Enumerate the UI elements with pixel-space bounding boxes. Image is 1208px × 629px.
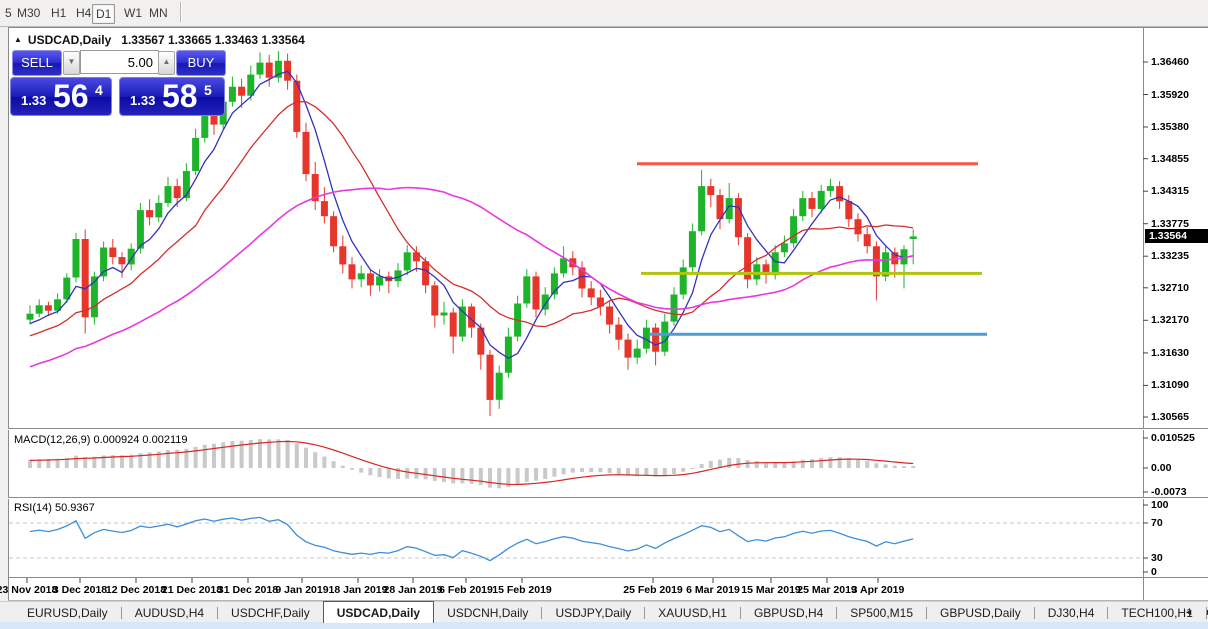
chevron-up-icon: ▲ xyxy=(163,57,171,66)
rsi-label: RSI(14) 50.9367 xyxy=(14,502,95,514)
tab-scroll-left-icon[interactable]: ◄ xyxy=(1178,602,1199,617)
current-price-tag: 1.33564 xyxy=(1145,229,1208,243)
symbol-name: USDCAD,Daily xyxy=(28,33,111,47)
time-axis-label: 6 Mar 2019 xyxy=(686,584,740,596)
collapse-panel-icon[interactable]: ▲ xyxy=(14,35,22,44)
chart-tab-usdjpy[interactable]: USDJPY,Daily xyxy=(542,602,644,623)
time-axis-label: 18 Jan 2019 xyxy=(329,584,388,596)
timeframe-button-m30[interactable]: M30 xyxy=(14,4,43,22)
buy-price-button[interactable]: 1.33 58 5 xyxy=(119,77,225,116)
ohlc-values: 1.33567 1.33665 1.33463 1.33564 xyxy=(121,33,305,47)
timeframe-button-mn[interactable]: MN xyxy=(146,4,171,22)
price-axis-label: 1.33235 xyxy=(1151,250,1189,262)
time-axis-label: 31 Dec 2018 xyxy=(218,584,278,596)
time-axis-label: 6 Feb 2019 xyxy=(439,584,493,596)
indicator-axis-label: 0.010525 xyxy=(1151,432,1195,444)
buy-price-pip: 5 xyxy=(204,82,212,98)
buy-price-prefix: 1.33 xyxy=(130,93,155,108)
time-axis-label: 3 Dec 2018 xyxy=(53,584,107,596)
chart-tab-eurusd[interactable]: EURUSD,Daily xyxy=(14,602,121,623)
sell-button[interactable]: SELL xyxy=(12,50,62,76)
indicator-axis-label: -0.0073 xyxy=(1151,486,1187,498)
price-axis-label: 1.31630 xyxy=(1151,347,1189,359)
chart-tab-dj30[interactable]: DJ30,H4 xyxy=(1035,602,1108,623)
time-axis-label: 9 Jan 2019 xyxy=(275,584,328,596)
time-axis-label: 12 Dec 2018 xyxy=(106,584,166,596)
tab-scroll-right-icon[interactable]: ► xyxy=(1199,602,1208,617)
time-axis-label: 25 Mar 2019 xyxy=(797,584,857,596)
mt4-window: { "toolbar": { "timeframes": [ {"label":… xyxy=(0,0,1208,629)
volume-increase-button[interactable]: ▲ xyxy=(158,51,175,75)
timeframe-toolbar: 5M30H1H4D1W1MN xyxy=(0,0,1208,27)
indicator-axis-label: 0 xyxy=(1151,566,1157,578)
macd-label: MACD(12,26,9) 0.000924 0.002119 xyxy=(14,434,187,446)
time-axis-label: 23 Nov 2018 xyxy=(0,584,57,596)
chart-tab-usdcnh[interactable]: USDCNH,Daily xyxy=(434,602,541,623)
chart-tab-usdchf[interactable]: USDCHF,Daily xyxy=(218,602,323,623)
sell-price-big: 56 xyxy=(53,78,89,115)
indicator-axis-label: 30 xyxy=(1151,552,1163,564)
sell-price-prefix: 1.33 xyxy=(21,93,46,108)
chart-title: ▲ USDCAD,Daily 1.33567 1.33665 1.33463 1.3… xyxy=(14,33,305,47)
buy-button[interactable]: BUY xyxy=(176,50,226,76)
time-axis-label: 28 Jan 2019 xyxy=(384,584,443,596)
volume-decrease-button[interactable]: ▼ xyxy=(63,51,80,75)
price-axis-label: 1.32710 xyxy=(1151,282,1189,294)
chart-tab-xauusd[interactable]: XAUUSD,H1 xyxy=(645,602,740,623)
chart-tab-gbpusd[interactable]: GBPUSD,Daily xyxy=(927,602,1034,623)
price-axis-label: 1.36460 xyxy=(1151,56,1189,68)
price-axis-label: 1.32170 xyxy=(1151,314,1189,326)
timeframe-button-h1[interactable]: H1 xyxy=(48,4,69,22)
chevron-down-icon: ▼ xyxy=(68,57,76,66)
time-axis-label: 15 Feb 2019 xyxy=(492,584,552,596)
sell-price-pip: 4 xyxy=(95,82,103,98)
chart-tab-audusd[interactable]: AUDUSD,H4 xyxy=(122,602,217,623)
timeframe-button-d1[interactable]: D1 xyxy=(92,4,115,24)
sell-price-button[interactable]: 1.33 56 4 xyxy=(10,77,112,116)
time-axis-label: 25 Feb 2019 xyxy=(623,584,683,596)
buy-price-big: 58 xyxy=(162,78,198,115)
price-axis-label: 1.35920 xyxy=(1151,89,1189,101)
chart-tab-bar: EURUSD,DailyAUDUSD,H4USDCHF,DailyUSDCAD,… xyxy=(0,601,1208,623)
one-click-trade-panel: SELL ▼ ▲ BUY 1.33 56 4 1.33 58 5 xyxy=(10,48,225,115)
indicator-axis-label: 100 xyxy=(1151,499,1169,511)
price-axis-label: 1.31090 xyxy=(1151,379,1189,391)
indicator-axis-label: 0.00 xyxy=(1151,462,1171,474)
volume-input[interactable] xyxy=(80,50,159,74)
chart-tab-usdcad[interactable]: USDCAD,Daily xyxy=(323,601,434,623)
timeframe-button-w1[interactable]: W1 xyxy=(121,4,145,22)
toolbar-separator xyxy=(180,2,182,22)
chart-tab-sp500[interactable]: SP500,M15 xyxy=(837,602,926,623)
time-axis-label: 15 Mar 2019 xyxy=(741,584,801,596)
price-axis-label: 1.35380 xyxy=(1151,121,1189,133)
time-axis-label: 3 Apr 2019 xyxy=(852,584,905,596)
price-axis-label: 1.30565 xyxy=(1151,411,1189,423)
price-axis-label: 1.34315 xyxy=(1151,185,1189,197)
chart-tab-gbpusd[interactable]: GBPUSD,H4 xyxy=(741,602,836,623)
time-axis-label: 21 Dec 2018 xyxy=(162,584,222,596)
price-axis-label: 1.33775 xyxy=(1151,218,1189,230)
indicator-axis-label: 70 xyxy=(1151,517,1163,529)
timeframe-button-5[interactable]: 5 xyxy=(2,4,15,22)
price-axis-label: 1.34855 xyxy=(1151,153,1189,165)
status-strip xyxy=(0,622,1208,629)
